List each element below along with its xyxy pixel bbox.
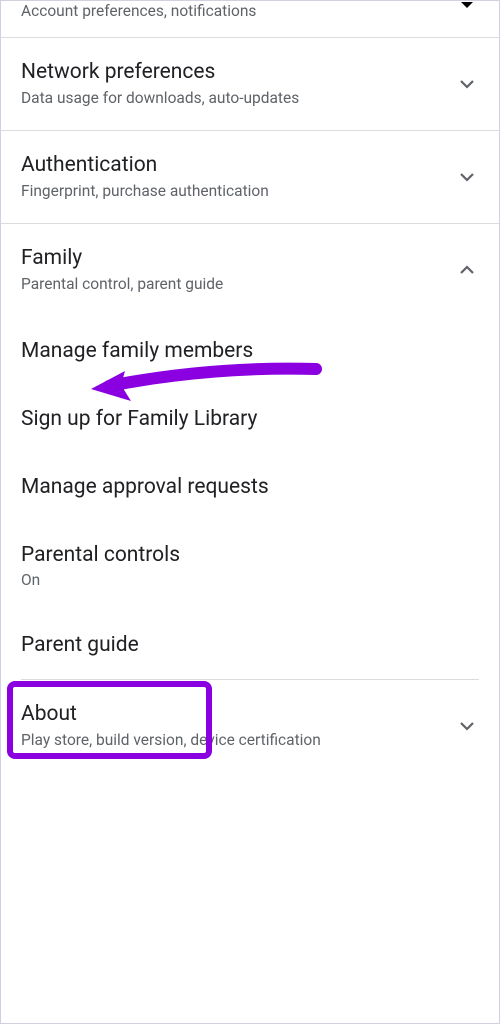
sub-item-label: Sign up for Family Library <box>21 407 479 431</box>
settings-section-authentication[interactable]: Authentication Fingerprint, purchase aut… <box>1 131 499 224</box>
settings-section-general[interactable]: Account preferences, notifications <box>1 1 499 38</box>
chevron-down-icon <box>455 165 479 189</box>
section-subtitle: Data usage for downloads, auto-updates <box>21 88 455 108</box>
section-title: Network preferences <box>21 60 455 84</box>
sub-item-label: Parental controls <box>21 543 479 567</box>
section-title: Family <box>21 246 455 270</box>
section-title: About <box>21 702 455 726</box>
settings-section-family[interactable]: Family Parental control, parent guide <box>1 224 499 316</box>
chevron-down-icon <box>455 0 479 21</box>
family-approval-requests[interactable]: Manage approval requests <box>21 453 479 521</box>
section-subtitle: Account preferences, notifications <box>21 1 479 21</box>
section-subtitle: Fingerprint, purchase authentication <box>21 181 455 201</box>
section-title: Authentication <box>21 153 455 177</box>
sub-item-label: Manage family members <box>21 339 479 363</box>
sub-item-status: On <box>21 571 479 589</box>
chevron-down-icon <box>455 72 479 96</box>
family-manage-members[interactable]: Manage family members <box>21 317 479 385</box>
chevron-down-icon <box>455 714 479 738</box>
chevron-up-icon <box>455 258 479 282</box>
sub-item-label: Parent guide <box>21 633 479 657</box>
family-signup-library[interactable]: Sign up for Family Library <box>21 385 479 453</box>
settings-section-network[interactable]: Network preferences Data usage for downl… <box>1 38 499 131</box>
family-parent-guide[interactable]: Parent guide <box>21 611 479 680</box>
sub-item-label: Manage approval requests <box>21 475 479 499</box>
section-subtitle: Parental control, parent guide <box>21 274 455 294</box>
settings-section-about[interactable]: About Play store, build version, device … <box>1 680 499 772</box>
section-subtitle: Play store, build version, device certif… <box>21 730 455 750</box>
family-parental-controls[interactable]: Parental controls On <box>21 521 479 611</box>
